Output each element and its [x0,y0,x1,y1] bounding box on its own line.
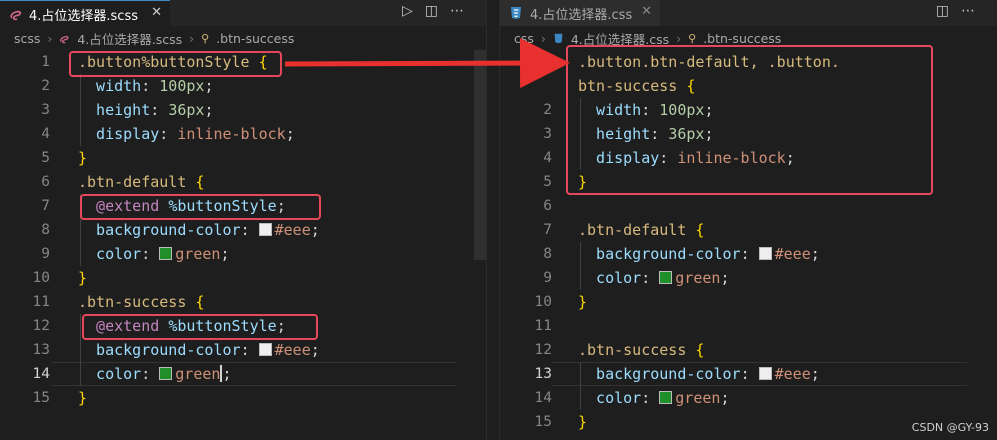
arrow-annotation [284,38,570,89]
